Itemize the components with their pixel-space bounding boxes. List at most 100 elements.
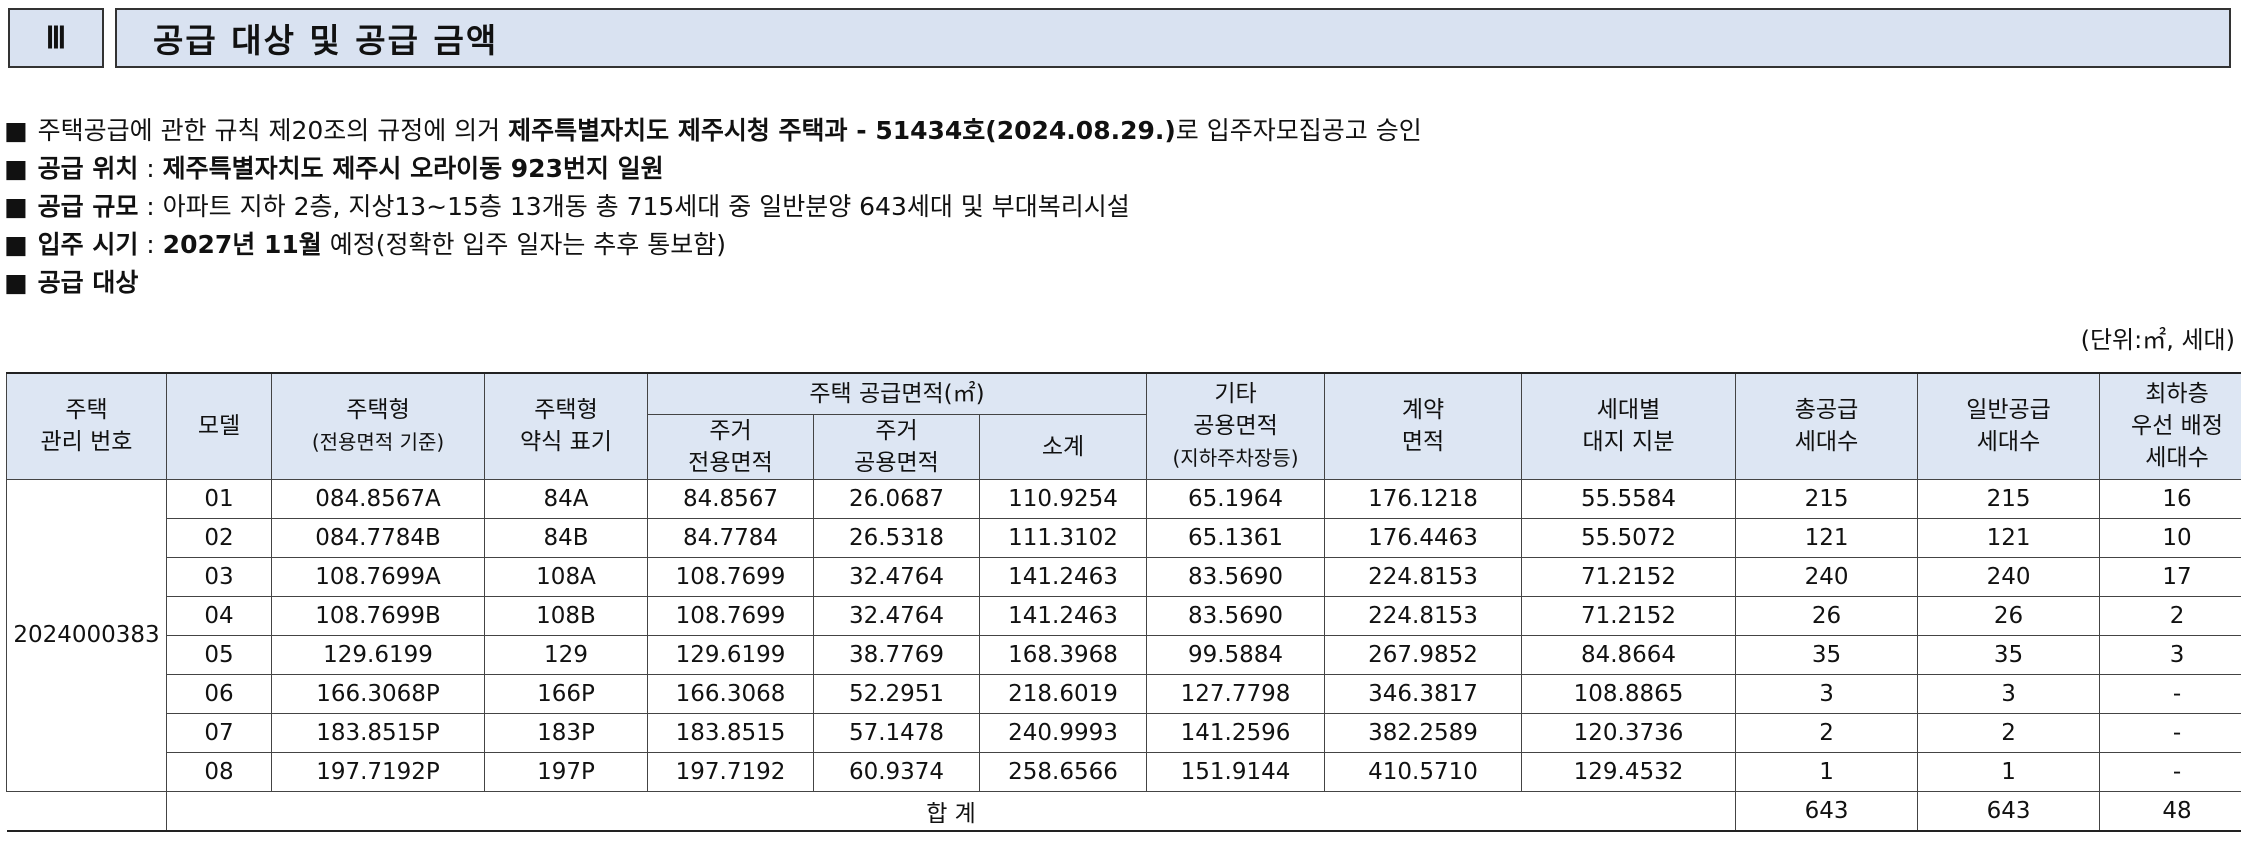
bullet-move-in: ■ 입주 시기 : 2027년 11월 예정(정확한 입주 일자는 추후 통보함) xyxy=(0,226,2241,264)
table-body: 2024000383 01 084.8567A 84A 84.8567 26.0687 11… xyxy=(6,478,2241,831)
common-area-cell: 38.7769 xyxy=(813,634,980,675)
general-units-cell: 121 xyxy=(1917,517,2101,558)
general-units-cell: 1 xyxy=(1917,751,2101,792)
lowest-floor-cell: 10 xyxy=(2099,517,2241,558)
exclusive-area-cell: 197.7192 xyxy=(647,751,814,792)
common-area-cell: 32.4764 xyxy=(813,556,980,597)
house-type-cell: 166.3068P xyxy=(271,673,485,714)
common-area-cell: 52.2951 xyxy=(813,673,980,714)
total-units-cell: 215 xyxy=(1735,478,1919,519)
info-bullets: ■ 주택공급에 관한 규칙 제20조의 규정에 의거 제주특별자치도 제주시청 주… xyxy=(0,112,2241,302)
approval-text-a: 주택공급에 관한 규칙 제20조의 규정에 의거 xyxy=(37,116,509,145)
header-total-units: 총공급 세대수 xyxy=(1735,372,1919,480)
general-units-cell: 215 xyxy=(1917,478,2101,519)
contract-area-cell: 267.9852 xyxy=(1324,634,1523,675)
target-label: 공급 대상 xyxy=(37,268,139,297)
house-type-cell: 108.7699A xyxy=(271,556,485,597)
supply-table: 주택 관리 번호 모델 주택형 (전용면적 기준) 주택형 약식 표기 주택 공급면적… xyxy=(6,372,2241,832)
table-row: 05 129.6199 129 129.6199 38.7769 168.3968 99.5… xyxy=(7,634,2241,675)
house-type-cell: 197.7192P xyxy=(271,751,485,792)
header-common-area: 주거 공용면적 xyxy=(813,413,980,480)
model-cell: 06 xyxy=(166,673,272,714)
total-units-cell: 3 xyxy=(1735,673,1919,714)
contract-area-cell: 382.2589 xyxy=(1324,712,1523,753)
header-house-no: 주택 관리 번호 xyxy=(6,372,167,480)
other-common-cell: 127.7798 xyxy=(1146,673,1326,714)
land-share-cell: 108.8865 xyxy=(1521,673,1737,714)
contract-area-cell: 176.4463 xyxy=(1324,517,1523,558)
model-cell: 05 xyxy=(166,634,272,675)
square-bullet-icon: ■ xyxy=(4,116,28,145)
square-bullet-icon: ■ xyxy=(4,154,28,183)
common-area-cell: 26.0687 xyxy=(813,478,980,519)
header-lowest-floor: 최하층 우선 배정 세대수 xyxy=(2099,372,2241,480)
land-share-cell: 71.2152 xyxy=(1521,595,1737,636)
other-common-cell: 83.5690 xyxy=(1146,556,1326,597)
exclusive-area-cell: 108.7699 xyxy=(647,595,814,636)
general-units-cell: 26 xyxy=(1917,595,2101,636)
total-blank-cell xyxy=(6,790,167,831)
land-share-cell: 71.2152 xyxy=(1521,556,1737,597)
move-in-sep: : xyxy=(138,230,163,259)
square-bullet-icon: ■ xyxy=(4,192,28,221)
table-row: 08 197.7192P 197P 197.7192 60.9374 258.6566 15… xyxy=(7,751,2241,792)
table-row: 02 084.7784B 84B 84.7784 26.5318 111.3102 65.1… xyxy=(7,517,2241,558)
exclusive-area-cell: 166.3068 xyxy=(647,673,814,714)
common-area-cell: 32.4764 xyxy=(813,595,980,636)
table-row: 03 108.7699A 108A 108.7699 32.4764 141.2463 83… xyxy=(7,556,2241,597)
lowest-floor-cell: 17 xyxy=(2099,556,2241,597)
subtotal-cell: 218.6019 xyxy=(978,673,1148,714)
total-total-units-cell: 643 xyxy=(1735,790,1919,831)
type-abbr-cell: 108B xyxy=(484,595,648,636)
move-in-note: 예정(정확한 입주 일자는 추후 통보함) xyxy=(321,230,726,259)
total-row: 합 계 643 643 48 xyxy=(6,790,2241,831)
header-land-share: 세대별 대지 지분 xyxy=(1521,372,1737,480)
header-type-abbr: 주택형 약식 표기 xyxy=(484,372,648,480)
table-row: 04 108.7699B 108B 108.7699 32.4764 141.2463 83… xyxy=(7,595,2241,636)
subtotal-cell: 141.2463 xyxy=(978,556,1148,597)
contract-area-cell: 410.5710 xyxy=(1324,751,1523,792)
total-units-cell: 1 xyxy=(1735,751,1919,792)
bullet-approval: ■ 주택공급에 관한 규칙 제20조의 규정에 의거 제주특별자치도 제주시청 주… xyxy=(0,112,2241,150)
type-abbr-cell: 129 xyxy=(484,634,648,675)
other-common-cell: 151.9144 xyxy=(1146,751,1326,792)
contract-area-cell: 224.8153 xyxy=(1324,556,1523,597)
general-units-cell: 2 xyxy=(1917,712,2101,753)
other-common-cell: 65.1361 xyxy=(1146,517,1326,558)
model-cell: 04 xyxy=(166,595,272,636)
square-bullet-icon: ■ xyxy=(4,268,28,297)
lowest-floor-cell: 2 xyxy=(2099,595,2241,636)
common-area-cell: 26.5318 xyxy=(813,517,980,558)
exclusive-area-cell: 183.8515 xyxy=(647,712,814,753)
scale-sep: : xyxy=(138,192,163,221)
lowest-floor-cell: - xyxy=(2099,712,2241,753)
square-bullet-icon: ■ xyxy=(4,230,28,259)
bullet-scale: ■ 공급 규모 : 아파트 지하 2층, 지상13~15층 13개동 총 715세… xyxy=(0,188,2241,226)
header-contract-area: 계약 면적 xyxy=(1324,372,1523,480)
model-cell: 02 xyxy=(166,517,272,558)
exclusive-area-cell: 108.7699 xyxy=(647,556,814,597)
lowest-floor-cell: 3 xyxy=(2099,634,2241,675)
model-cell: 03 xyxy=(166,556,272,597)
header-other-common: 기타 공용면적 (지하주차장등) xyxy=(1146,372,1326,480)
exclusive-area-cell: 84.7784 xyxy=(647,517,814,558)
other-common-cell: 65.1964 xyxy=(1146,478,1326,519)
type-abbr-cell: 84B xyxy=(484,517,648,558)
other-common-cell: 141.2596 xyxy=(1146,712,1326,753)
subtotal-cell: 141.2463 xyxy=(978,595,1148,636)
location-label: 공급 위치 xyxy=(37,154,139,183)
type-abbr-cell: 108A xyxy=(484,556,648,597)
land-share-cell: 84.8664 xyxy=(1521,634,1737,675)
header-supply-area: 주택 공급면적(㎡) xyxy=(646,372,1148,415)
land-share-cell: 55.5072 xyxy=(1521,517,1737,558)
contract-area-cell: 176.1218 xyxy=(1324,478,1523,519)
header-general-units: 일반공급 세대수 xyxy=(1917,372,2101,480)
house-type-cell: 183.8515P xyxy=(271,712,485,753)
type-abbr-cell: 166P xyxy=(484,673,648,714)
section-number: Ⅲ xyxy=(8,8,104,68)
lowest-floor-cell: 16 xyxy=(2099,478,2241,519)
model-cell: 08 xyxy=(166,751,272,792)
table-row: 2024000383 01 084.8567A 84A 84.8567 26.0687 11… xyxy=(6,478,2241,792)
subtotal-cell: 111.3102 xyxy=(978,517,1148,558)
house-type-cell: 084.8567A xyxy=(271,478,485,519)
